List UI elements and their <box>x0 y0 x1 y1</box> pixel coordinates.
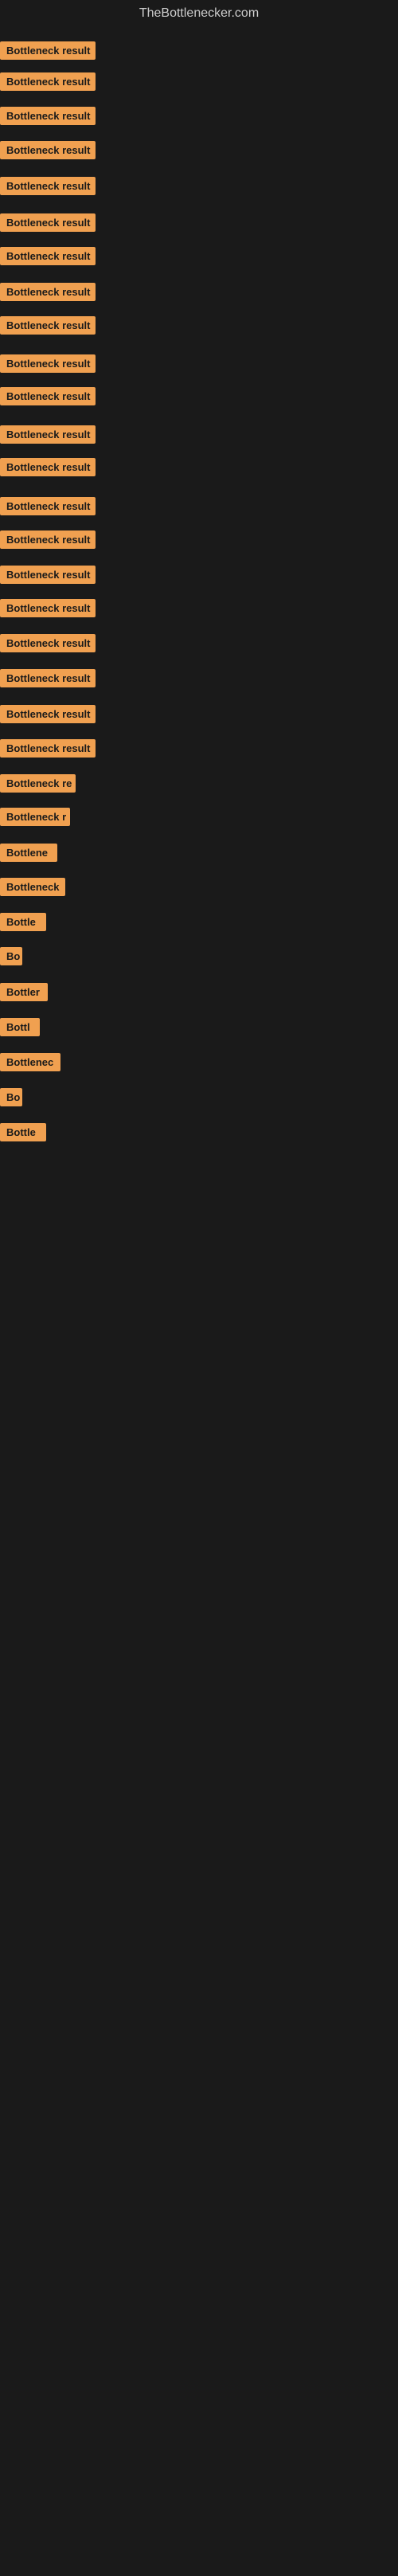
bottleneck-result-badge[interactable]: Bottleneck result <box>0 566 96 584</box>
bottleneck-badge-container: Bottl <box>0 1018 40 1040</box>
bottleneck-badge-container: Bottleneck re <box>0 774 76 797</box>
bottleneck-result-badge[interactable]: Bottleneck result <box>0 177 96 195</box>
bottleneck-result-badge[interactable]: Bottl <box>0 1018 40 1036</box>
bottleneck-badge-container: Bottleneck result <box>0 566 96 588</box>
bottleneck-badge-container: Bottleneck result <box>0 669 96 691</box>
site-title: TheBottlenecker.com <box>0 0 398 27</box>
bottleneck-badge-container: Bottleneck result <box>0 177 96 199</box>
bottleneck-badge-container: Bottleneck r <box>0 808 70 830</box>
bottleneck-result-badge[interactable]: Bottleneck result <box>0 425 96 444</box>
bottleneck-badge-container: Bottleneck result <box>0 634 96 656</box>
bottleneck-badge-container: Bottle <box>0 913 46 935</box>
bottleneck-result-badge[interactable]: Bottlenec <box>0 1053 60 1071</box>
bottleneck-result-badge[interactable]: Bottleneck result <box>0 669 96 687</box>
bottleneck-result-badge[interactable]: Bottleneck result <box>0 705 96 723</box>
bottleneck-result-badge[interactable]: Bottleneck result <box>0 634 96 652</box>
bottleneck-badge-container: Bottleneck result <box>0 497 96 519</box>
bottleneck-result-badge[interactable]: Bo <box>0 1088 22 1106</box>
bottleneck-result-badge[interactable]: Bottleneck result <box>0 107 96 125</box>
bottleneck-result-badge[interactable]: Bo <box>0 947 22 965</box>
bottleneck-result-badge[interactable]: Bottleneck result <box>0 72 96 91</box>
bottleneck-result-badge[interactable]: Bottleneck <box>0 878 65 896</box>
bottleneck-badge-container: Bottleneck result <box>0 213 96 236</box>
bottleneck-badge-container: Bottleneck result <box>0 316 96 339</box>
bottleneck-badge-container: Bottleneck result <box>0 72 96 95</box>
bottleneck-badge-container: Bottleneck result <box>0 41 96 64</box>
bottleneck-badge-container: Bottlene <box>0 844 57 866</box>
bottleneck-badge-container: Bottleneck result <box>0 530 96 553</box>
bottleneck-badge-container: Bottleneck result <box>0 247 96 269</box>
bottleneck-badge-container: Bottleneck result <box>0 458 96 480</box>
bottleneck-badge-container: Bottleneck result <box>0 705 96 727</box>
bottleneck-result-badge[interactable]: Bottleneck result <box>0 283 96 301</box>
bottleneck-result-badge[interactable]: Bottleneck result <box>0 599 96 617</box>
bottleneck-badge-container: Bottleneck result <box>0 599 96 621</box>
bottleneck-badge-container: Bottleneck result <box>0 739 96 761</box>
bottleneck-result-badge[interactable]: Bottleneck r <box>0 808 70 826</box>
bottleneck-badge-container: Bottleneck result <box>0 141 96 163</box>
bottleneck-badge-container: Bottler <box>0 983 48 1005</box>
bottleneck-result-badge[interactable]: Bottle <box>0 913 46 931</box>
bottleneck-result-badge[interactable]: Bottle <box>0 1123 46 1141</box>
bottleneck-result-badge[interactable]: Bottleneck result <box>0 497 96 515</box>
bottleneck-result-badge[interactable]: Bottleneck result <box>0 739 96 758</box>
bottleneck-badge-container: Bottleneck result <box>0 387 96 409</box>
bottleneck-result-badge[interactable]: Bottleneck result <box>0 316 96 335</box>
bottleneck-result-badge[interactable]: Bottleneck result <box>0 354 96 373</box>
bottleneck-result-badge[interactable]: Bottleneck result <box>0 387 96 405</box>
bottleneck-result-badge[interactable]: Bottlene <box>0 844 57 862</box>
bottleneck-badge-container: Bottleneck result <box>0 354 96 377</box>
bottleneck-badge-container: Bottleneck result <box>0 283 96 305</box>
bottleneck-result-badge[interactable]: Bottleneck result <box>0 247 96 265</box>
bottleneck-result-badge[interactable]: Bottleneck result <box>0 530 96 549</box>
bottleneck-result-badge[interactable]: Bottleneck result <box>0 41 96 60</box>
bottleneck-badge-container: Bottleneck result <box>0 107 96 129</box>
bottleneck-badge-container: Bo <box>0 1088 22 1110</box>
bottleneck-result-badge[interactable]: Bottleneck result <box>0 141 96 159</box>
bottleneck-result-badge[interactable]: Bottler <box>0 983 48 1001</box>
bottleneck-badge-container: Bo <box>0 947 22 969</box>
bottleneck-badge-container: Bottle <box>0 1123 46 1145</box>
bottleneck-badge-container: Bottlenec <box>0 1053 60 1075</box>
bottleneck-result-badge[interactable]: Bottleneck result <box>0 458 96 476</box>
bottleneck-badge-container: Bottleneck <box>0 878 65 900</box>
bottleneck-badge-container: Bottleneck result <box>0 425 96 448</box>
bottleneck-result-badge[interactable]: Bottleneck re <box>0 774 76 793</box>
bottleneck-result-badge[interactable]: Bottleneck result <box>0 213 96 232</box>
